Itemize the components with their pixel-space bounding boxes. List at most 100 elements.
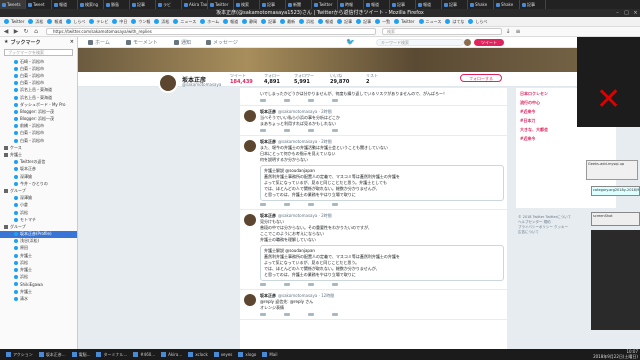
taskbar-item[interactable]: Mail — [262, 352, 277, 358]
trend-item[interactable]: 大きな、大都会 — [520, 127, 612, 133]
avatar[interactable] — [158, 73, 178, 93]
follow-button[interactable]: フォローする — [460, 74, 502, 82]
browser-tab[interactable]: 記事 — [390, 0, 416, 9]
sidebar-item[interactable]: グループ — [0, 223, 77, 230]
avatar-small[interactable] — [464, 39, 471, 46]
sidebar-item[interactable]: Blogger: 浜松一茂 — [0, 108, 77, 115]
bookmark-item[interactable]: ニュース — [418, 19, 441, 25]
profile-stat[interactable]: フォロワー 5,991 — [294, 73, 314, 85]
minimize-icon[interactable]: – — [613, 9, 622, 17]
browser-tab[interactable]: 報道 — [52, 0, 78, 9]
taskbar-item[interactable]: #460... — [133, 352, 155, 358]
taskbar-item[interactable]: 坂本正彦... — [38, 352, 66, 358]
browser-search-input[interactable]: 検索 — [382, 28, 502, 35]
nav-notifications[interactable]: 通知 — [174, 39, 191, 46]
bookmark-item[interactable]: 浜松 — [154, 19, 169, 25]
sidebar-item[interactable]: 白菊・浜松市 — [0, 65, 77, 72]
url-bar[interactable]: https://twitter.com/sakamotomasaya/with_… — [46, 28, 376, 35]
browser-tab[interactable]: ラビ — [156, 0, 182, 9]
like-icon[interactable] — [308, 99, 314, 102]
browser-tab[interactable]: 新聞 — [286, 0, 312, 9]
desktop-widget[interactable]: Geeks-add-mysql-up — [586, 160, 638, 180]
sidebar-item[interactable]: 白菊・浜松市 — [0, 80, 77, 87]
message-icon[interactable] — [332, 203, 338, 206]
sidebar-item[interactable]: 浜松 — [0, 274, 77, 281]
reply-icon[interactable] — [260, 203, 266, 206]
tweet[interactable]: いでしまったかどうかは分かりませんが、何度も繰り返しているリスクがありませんので… — [240, 88, 507, 106]
bookmark-item[interactable]: 記事 — [337, 19, 352, 25]
close-icon[interactable]: × — [631, 9, 640, 17]
bookmark-item[interactable]: 浜松 — [299, 19, 314, 25]
home-icon[interactable]: ⌂ — [32, 28, 40, 36]
browser-tab[interactable]: 勝島 — [104, 0, 130, 9]
browser-tab[interactable]: 検索ng — [78, 0, 104, 9]
tweet[interactable]: 坂本正彦 @sakamotomasaya · 2時間 見分けもない 普段の中では分か… — [240, 210, 507, 290]
taskbar-item[interactable]: 電脳... — [71, 352, 90, 358]
tweet-avatar[interactable] — [244, 140, 256, 152]
browser-tab[interactable]: Twitter — [312, 0, 338, 9]
bookmark-item[interactable]: 報道 — [223, 19, 238, 25]
sidebar-item[interactable]: 深澤諭 — [0, 195, 77, 202]
bookmark-item[interactable]: しらべ — [468, 19, 487, 25]
message-icon[interactable] — [332, 283, 338, 286]
tweet-avatar[interactable] — [244, 294, 256, 306]
profile-stat[interactable]: ツイート 184,439 — [230, 73, 253, 85]
menu-icon[interactable]: ≡ — [514, 28, 522, 36]
bookmark-item[interactable]: ニュース — [173, 19, 196, 25]
sidebar-item[interactable]: 清水 — [0, 295, 77, 302]
bookmark-item[interactable]: 中日 — [112, 19, 127, 25]
bookmark-item[interactable]: 記事 — [356, 19, 371, 25]
tweet-avatar[interactable] — [244, 110, 256, 122]
sidebar-item[interactable]: 浜松 — [0, 259, 77, 266]
sidebar-item[interactable]: 浅谷(浜松) — [0, 238, 77, 245]
bookmark-item[interactable]: 最新 — [280, 19, 295, 25]
sidebar-item[interactable]: 坂本正彦(Profile) — [0, 230, 77, 238]
like-icon[interactable] — [308, 283, 314, 286]
sidebar-item[interactable]: 今井・ひとりの — [0, 180, 77, 187]
sidebar-item[interactable]: 深澤諭 — [0, 173, 77, 180]
tweet[interactable]: 坂本正彦 @sakamotomasaya · 2時間 当べそうでいい私ら小浜の事を分… — [240, 106, 507, 136]
sidebar-item[interactable]: 石崎・浜松市 — [0, 58, 77, 65]
sidebar-item[interactable]: 浜名上岳・東海道 — [0, 87, 77, 94]
desktop-widget[interactable]: screenShot — [591, 212, 640, 226]
bookmark-item[interactable]: しらべ — [66, 19, 85, 25]
taskbar-item[interactable]: xlogo — [238, 352, 256, 358]
sidebar-item[interactable]: 小倉 — [0, 202, 77, 209]
taskbar-item[interactable]: xclock — [188, 352, 208, 358]
bookmark-item[interactable]: Twitter — [4, 19, 24, 24]
browser-tab[interactable]: 検索 — [234, 0, 260, 9]
browser-tab[interactable]: Akira Tao — [182, 0, 208, 9]
retweet-icon[interactable] — [284, 313, 290, 316]
browser-tab[interactable]: 記事 — [442, 0, 468, 9]
sidebar-item[interactable]: 浜名上岳・東海道 — [0, 94, 77, 101]
profile-stat[interactable]: リスト 2 — [366, 73, 378, 85]
sidebar-item[interactable]: ダッシュボード - My Pro — [0, 101, 77, 108]
bookmark-item[interactable]: ウン報 — [131, 19, 150, 25]
sidebar-item[interactable]: Blogger: 浜松一茂 — [0, 116, 77, 123]
quoted-tweet[interactable]: 弁護士解説 @soudanjapan 蓋然利弁護士事務所の配置人の定義で、マスコ… — [260, 165, 504, 201]
twitter-bird-icon[interactable]: 🐦 — [346, 38, 355, 46]
back-icon[interactable]: ◀ — [2, 28, 10, 36]
bookmark-search-input[interactable]: ブックマークを検索 — [4, 49, 73, 56]
taskbar-item[interactable]: xeyes — [213, 352, 232, 358]
browser-tab[interactable]: Shake — [494, 0, 520, 9]
sidebar-item[interactable]: 坂本正彦 — [0, 166, 77, 173]
forward-icon[interactable]: ▶ — [12, 28, 20, 36]
retweet-icon[interactable] — [284, 283, 290, 286]
tweet[interactable]: 坂本正彦 @sakamotomasaya · 2時間 また、堀今の弁護士の弁護活動は… — [240, 136, 507, 210]
bookmark-item[interactable]: 報道 — [47, 19, 62, 25]
bookmark-item[interactable]: 一覧 — [375, 19, 390, 25]
desktop-widget[interactable]: category.org2018y-2018/9 — [591, 186, 640, 196]
browser-tab[interactable]: Shake — [468, 0, 494, 9]
bookmark-item[interactable]: 記事 — [261, 19, 276, 25]
sidebar-item[interactable]: 原田 — [0, 245, 77, 252]
sidebar-item[interactable]: ケース — [0, 144, 77, 151]
bookmark-item[interactable]: Twitter — [394, 19, 415, 24]
like-icon[interactable] — [308, 203, 314, 206]
sidebar-item[interactable]: 浜松 — [0, 209, 77, 216]
taskbar-item[interactable]: Akira... — [161, 352, 182, 358]
twitter-search-input[interactable]: キーワード検索 — [376, 39, 464, 46]
message-icon[interactable] — [332, 129, 338, 132]
sidebar-item[interactable]: 前橋・浜松市 — [0, 123, 77, 130]
bookmark-item[interactable]: 浜松 — [28, 19, 43, 25]
